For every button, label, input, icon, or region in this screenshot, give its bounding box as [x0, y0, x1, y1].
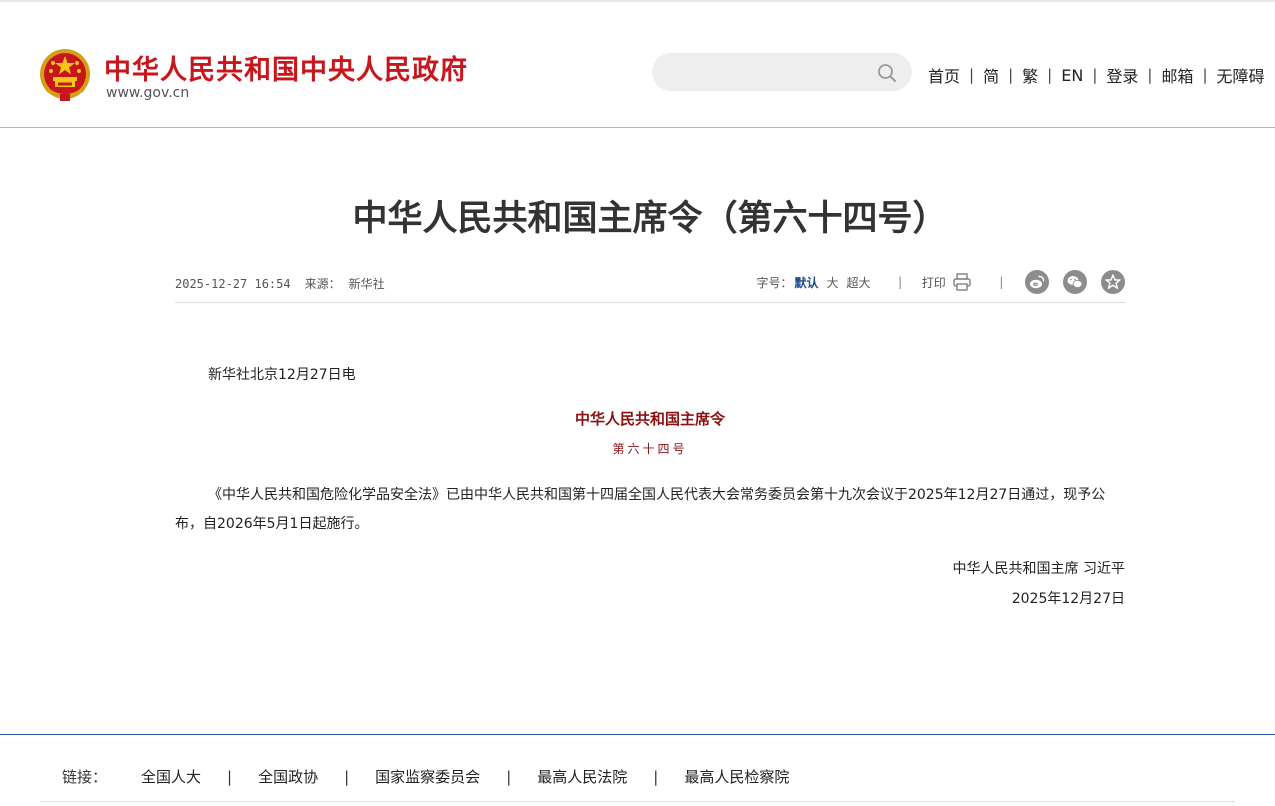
publish-datetime: 2025-12-27 16:54 [175, 277, 291, 291]
article-paragraph: 《中华人民共和国危险化学品安全法》已由中华人民共和国第十四届全国人民代表大会常务… [175, 487, 1106, 532]
signature-date: 2025年12月27日 [1011, 591, 1125, 607]
tools-separator: | [997, 275, 1005, 289]
national-emblem-logo[interactable] [38, 47, 92, 103]
font-size-extra-large[interactable]: 超大 [847, 274, 871, 291]
font-size-default[interactable]: 默认 [794, 274, 818, 291]
footer-separator: | [227, 767, 233, 786]
signature: 中华人民共和国主席 习近平 [952, 561, 1125, 577]
article-tools: 字号： 默认 大 超大 | 打印 | [756, 267, 1125, 297]
weibo-icon[interactable] [1025, 270, 1049, 294]
footer-link-cppcc[interactable]: 全国政协 [258, 766, 318, 787]
footer-link-procuratorate[interactable]: 最高人民检察院 [684, 766, 789, 787]
search-icon[interactable] [876, 62, 898, 84]
footer-separator: | [506, 767, 512, 786]
search-input[interactable] [670, 53, 870, 91]
font-size-label: 字号： [756, 275, 793, 290]
footer-separator: | [344, 767, 350, 786]
site-domain: www.gov.cn [106, 85, 190, 101]
nav-mailbox[interactable]: 邮箱 [1161, 63, 1193, 87]
search-box [652, 53, 912, 91]
nav-login[interactable]: 登录 [1106, 63, 1138, 87]
source-label: 来源： [304, 277, 341, 291]
wechat-icon[interactable] [1063, 270, 1087, 294]
site-header: 中华人民共和国中央人民政府 www.gov.cn 首页 | 简 | 繁 | EN… [0, 2, 1275, 128]
font-size-large[interactable]: 大 [826, 274, 838, 291]
footer-separator: | [653, 767, 659, 786]
footer-link-supervision[interactable]: 国家监察委员会 [375, 766, 480, 787]
nav-separator: | [1092, 66, 1098, 84]
nav-accessibility[interactable]: 无障碍 [1217, 63, 1265, 87]
footer-links: 链接： 全国人大 | 全国政协 | 国家监察委员会 | 最高人民法院 | 最高人… [62, 766, 789, 787]
footer-links-label: 链接： [62, 768, 108, 786]
article-meta-bar: 2025-12-27 16:54 来源： 新华社 字号： 默认 大 超大 | 打印 … [175, 263, 1125, 303]
dateline: 新华社北京12月27日电 [208, 367, 356, 383]
nav-home[interactable]: 首页 [928, 63, 960, 87]
print-button[interactable]: 打印 [922, 272, 972, 292]
source-value: 新华社 [348, 277, 385, 291]
tools-separator: | [896, 275, 904, 289]
nav-simplified[interactable]: 简 [983, 63, 999, 87]
nav-separator: | [969, 66, 975, 84]
article-title: 中华人民共和国主席令（第六十四号） [352, 199, 948, 239]
favorite-icon[interactable] [1101, 270, 1125, 294]
print-label: 打印 [921, 275, 946, 290]
footer-bottom-line [40, 801, 1235, 802]
footer-link-supreme-court[interactable]: 最高人民法院 [537, 766, 627, 787]
order-title: 中华人民共和国主席令 [574, 410, 725, 428]
printer-icon [953, 273, 971, 291]
nav-traditional[interactable]: 繁 [1022, 63, 1038, 87]
nav-separator: | [1202, 66, 1208, 84]
footer-link-npc[interactable]: 全国人大 [141, 766, 201, 787]
nav-separator: | [1008, 66, 1014, 84]
site-name[interactable]: 中华人民共和国中央人民政府 [104, 48, 468, 87]
nav-separator: | [1047, 66, 1053, 84]
footer-divider [0, 734, 1275, 735]
order-number: 第六十四号 [612, 442, 688, 456]
article-meta-info: 2025-12-27 16:54 来源： 新华社 [175, 275, 399, 292]
nav-english[interactable]: EN [1061, 66, 1083, 85]
nav-separator: | [1147, 66, 1153, 84]
top-nav: 首页 | 简 | 繁 | EN | 登录 | 邮箱 | 无障碍 [928, 63, 1265, 87]
